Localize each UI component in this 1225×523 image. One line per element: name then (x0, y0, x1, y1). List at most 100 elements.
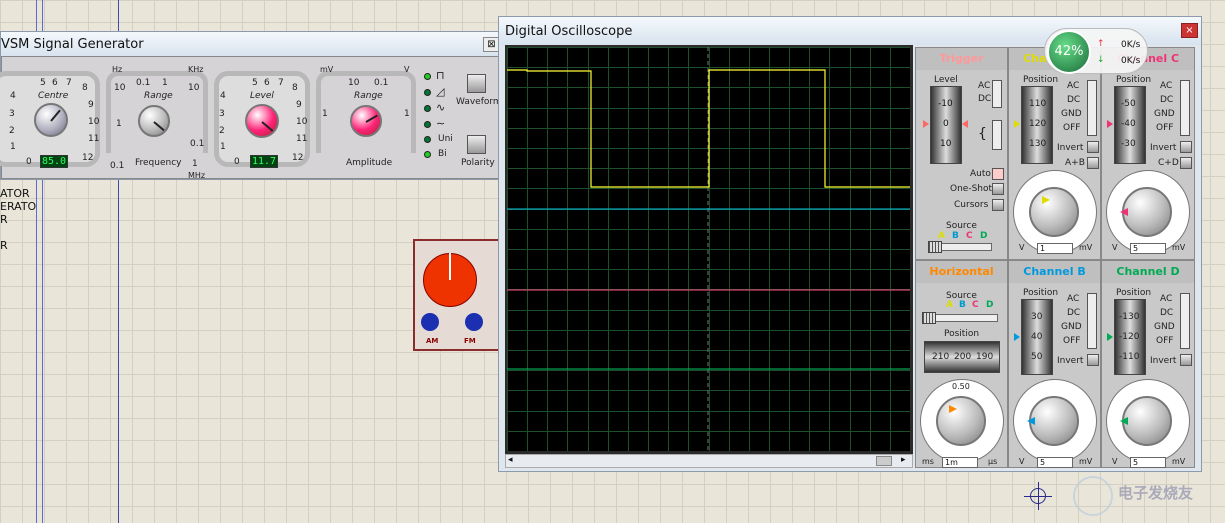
timebase-marker-icon (949, 405, 957, 413)
level-knob[interactable] (245, 104, 279, 138)
waveform-triangle-led (424, 105, 431, 112)
channel-a-combine-button[interactable] (1087, 157, 1099, 169)
trigger-title: Trigger (916, 48, 1007, 70)
channel-c-marker-icon (1107, 120, 1113, 128)
channel-d-knob-marker-icon (1120, 417, 1128, 425)
amp-range-knob[interactable] (350, 105, 382, 137)
bi-label: Bi (438, 149, 447, 159)
channel-d-marker-icon (1107, 333, 1113, 341)
channel-b-marker-icon (1014, 333, 1020, 341)
net-meter-gauge: 42% (1047, 30, 1091, 74)
channel-c-volts-knob[interactable] (1122, 187, 1172, 237)
channel-d-title: Channel D (1102, 261, 1194, 283)
channel-d-volts-value[interactable]: 5 (1130, 457, 1166, 468)
centre-value-display: 85.0 (40, 155, 68, 168)
channel-c-knob-marker-icon (1120, 208, 1128, 216)
channel-b-coupling-switch[interactable] (1087, 293, 1097, 349)
watermark-text: 电子发烧友 (1118, 484, 1194, 502)
trigger-edge-switch[interactable] (992, 120, 1002, 150)
polarity-button[interactable] (467, 135, 486, 154)
channel-c-volts-value[interactable]: 5 (1130, 243, 1166, 254)
horizontal-source-thumb[interactable] (922, 312, 936, 324)
channel-a-volts-knob[interactable] (1029, 187, 1079, 237)
generator-component[interactable]: AM FM (413, 239, 501, 351)
channel-b-volts-knob[interactable] (1029, 396, 1079, 446)
channel-a-coupling-switch[interactable] (1087, 80, 1097, 136)
sine-wave-icon: ∼ (436, 117, 446, 130)
polarity-label: Polarity (461, 158, 495, 168)
auto-button[interactable] (992, 168, 1004, 180)
centre-knob[interactable] (34, 103, 68, 137)
trigger-coupling-switch[interactable] (992, 80, 1002, 108)
freq-range-knob[interactable] (138, 105, 170, 137)
signal-generator-window[interactable]: VSM Signal Generator ⊠ Centre 5 6 7 8 9 … (0, 31, 502, 180)
channel-a-invert-button[interactable] (1087, 141, 1099, 153)
channel-b-title: Channel B (1009, 261, 1100, 283)
am-knob-icon (421, 313, 439, 331)
watermark-logo (1073, 476, 1113, 516)
signal-generator-titlebar[interactable]: VSM Signal Generator (1, 32, 499, 56)
timebase-knob[interactable] (936, 396, 986, 446)
horizontal-section: Horizontal Source A B C D Position 210 2… (915, 260, 1008, 468)
oscilloscope-window[interactable]: Digital Oscilloscope × ◂ ▸ Trigger Level… (498, 16, 1202, 472)
scroll-left-icon[interactable]: ◂ (508, 455, 513, 465)
scope-scrollbar[interactable]: ◂ ▸ (505, 454, 913, 468)
channel-d-invert-button[interactable] (1180, 354, 1192, 366)
scroll-thumb[interactable] (876, 456, 892, 466)
waveform-sine-led (424, 121, 431, 128)
channel-c-coupling-switch[interactable] (1180, 80, 1190, 136)
frequency-label: Frequency (135, 158, 182, 168)
scroll-right-icon[interactable]: ▸ (901, 455, 906, 465)
dial-needle (449, 253, 451, 280)
channel-c-invert-button[interactable] (1180, 141, 1192, 153)
freq-range-label: Range (144, 91, 173, 101)
level-label: Level (250, 91, 274, 101)
am-label: AM (426, 337, 439, 345)
channel-d-section: Channel D Position -130 -120 -110 AC DC … (1101, 260, 1195, 468)
level-value-display: 11.7 (250, 155, 278, 168)
channel-b-volts-value[interactable]: 5 (1037, 457, 1073, 468)
channel-a-volts-value[interactable]: 1 (1037, 243, 1073, 254)
square-wave-icon: ⊓ (436, 69, 445, 82)
channel-b-knob-marker-icon (1027, 417, 1035, 425)
channel-d-coupling-switch[interactable] (1180, 293, 1190, 349)
trigger-section: Trigger Level -10 0 10 AC DC { Auto One-… (915, 47, 1008, 260)
polarity-bi-led (424, 151, 431, 158)
waveform-square-led (424, 73, 431, 80)
amplitude-label: Amplitude (346, 158, 393, 168)
fm-knob-icon (465, 313, 483, 331)
cursors-button[interactable] (992, 199, 1004, 211)
triangle-wave-icon: ∿ (436, 101, 446, 114)
centre-label: Centre (38, 91, 69, 101)
sawtooth-wave-icon: ◿ (436, 85, 445, 98)
waveform-button[interactable] (467, 74, 486, 93)
channel-a-section: Channel A Position 110 120 130 AC DC GND… (1008, 47, 1101, 260)
download-arrow-icon: ↓ (1097, 55, 1105, 65)
scope-screen (507, 47, 910, 451)
crosshair-v (1038, 482, 1039, 510)
trigger-marker-icon (962, 120, 968, 128)
upload-speed: 0K/s (1121, 40, 1141, 50)
channel-b-invert-button[interactable] (1087, 354, 1099, 366)
download-speed: 0K/s (1121, 56, 1141, 66)
channel-c-combine-button[interactable] (1180, 157, 1192, 169)
uni-label: Uni (438, 134, 453, 144)
polarity-uni-led (424, 136, 431, 143)
scope-screen-frame (505, 45, 913, 454)
channel-b-section: Channel B Position 30 40 50 AC DC GND OF… (1008, 260, 1101, 468)
oscilloscope-title: Digital Oscilloscope (505, 23, 633, 39)
upload-arrow-icon: ↑ (1097, 39, 1105, 49)
amp-range-label: Range (354, 91, 383, 101)
edge-icon: { (978, 126, 987, 142)
signal-generator-panel: Centre 5 6 7 8 9 10 11 12 4 3 2 1 0 85.0… (0, 56, 502, 180)
waveform-label: Waveform (456, 97, 502, 107)
channel-c-section: Channel C Position -50 -40 -30 AC DC GND… (1101, 47, 1195, 260)
one-shot-button[interactable] (992, 183, 1004, 195)
timebase-value[interactable]: 1m (942, 457, 978, 468)
channel-d-volts-knob[interactable] (1122, 396, 1172, 446)
signal-generator-title: VSM Signal Generator (1, 36, 144, 52)
oscilloscope-close-button[interactable]: × (1181, 23, 1198, 38)
net-meter-percent: 42% (1054, 44, 1084, 59)
net-meter[interactable]: 42% ↑ ↓ 0K/s 0K/s (1044, 28, 1148, 74)
trigger-source-thumb[interactable] (928, 241, 942, 253)
